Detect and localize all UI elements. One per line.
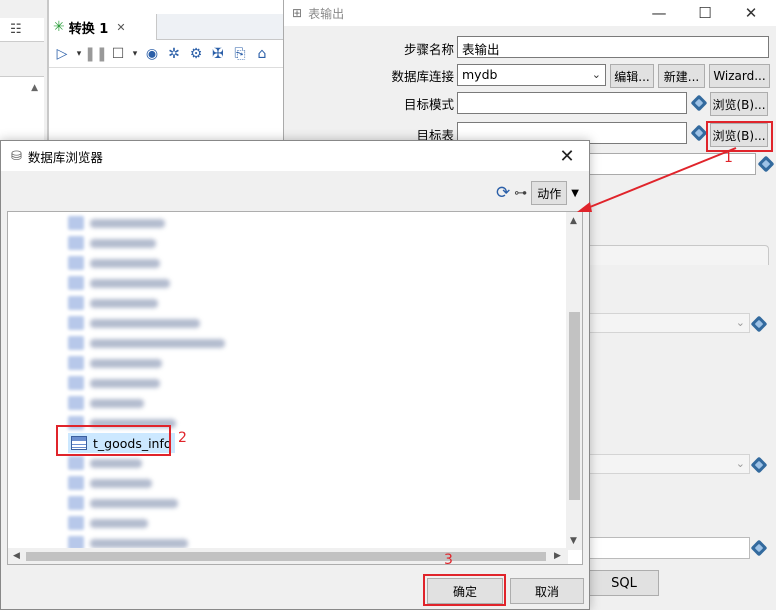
annotation-label-2: 2: [178, 430, 187, 446]
annotation-label-3: 3: [444, 552, 453, 568]
annotation-arrow: [577, 147, 737, 212]
annotation-box-table: [56, 425, 171, 456]
annotation-box-ok: [423, 574, 506, 606]
